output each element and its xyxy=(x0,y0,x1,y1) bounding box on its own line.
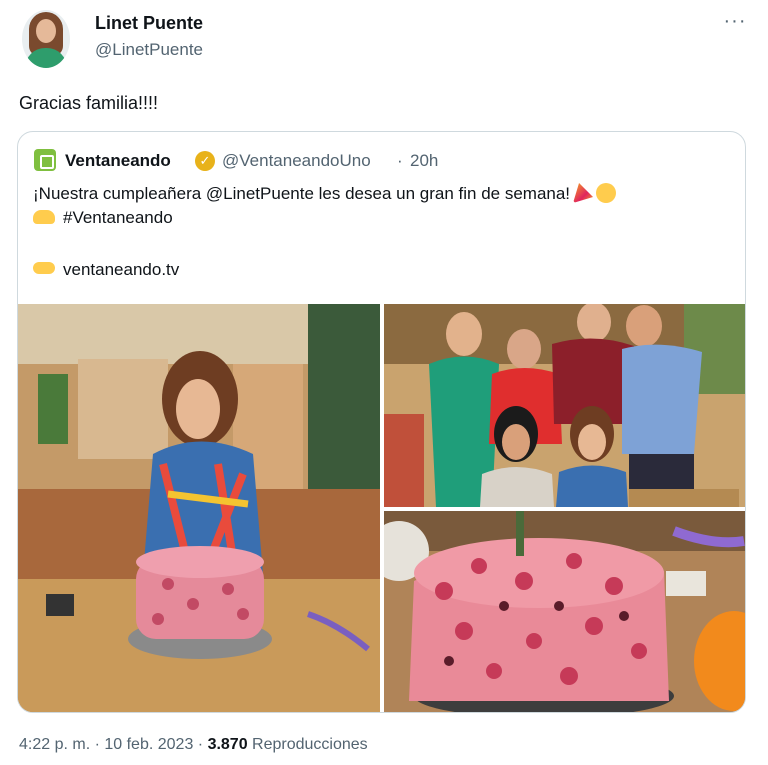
views-label: Reproducciones xyxy=(247,736,368,753)
quoted-text-line1: ¡Nuestra cumpleañera @LinetPuente les de… xyxy=(33,183,617,204)
quoted-text-line3: ventaneando.tv xyxy=(33,260,179,280)
tweet-footer: 4:22 p. m. · 10 feb. 2023 · 3.870 Reprod… xyxy=(19,736,368,754)
quoted-link: ventaneando.tv xyxy=(63,260,180,279)
verified-badge-icon: ✓ xyxy=(195,151,215,171)
more-options-icon[interactable]: ··· xyxy=(722,10,748,36)
author-name[interactable]: Linet Puente xyxy=(95,13,203,34)
quoted-text-line2: #Ventaneando xyxy=(33,208,173,228)
author-handle[interactable]: @LinetPuente xyxy=(95,40,203,60)
quoted-tweet[interactable]: Ventaneando ✓ @VentaneandoUno · 20h ¡Nue… xyxy=(17,131,746,713)
photo-birthday-cake[interactable] xyxy=(18,304,380,712)
photo-group[interactable] xyxy=(384,304,745,507)
quoted-time: 20h xyxy=(410,151,439,170)
quoted-author-name: Ventaneando xyxy=(65,151,171,170)
quoted-text: ¡Nuestra cumpleañera @LinetPuente les de… xyxy=(33,184,571,203)
quoted-account-logo xyxy=(34,149,56,171)
separator-dot: · xyxy=(397,151,403,170)
tweet-text: Gracias familia!!!! xyxy=(19,93,159,113)
quoted-author-handle: @VentaneandoUno xyxy=(222,151,371,170)
avatar[interactable] xyxy=(22,10,70,68)
party-face-icon xyxy=(596,183,617,203)
photo-cake-closeup[interactable] xyxy=(384,511,745,712)
heart-hands-icon xyxy=(33,210,55,224)
hashtag: #Ventaneando xyxy=(63,208,173,227)
views-count: 3.870 xyxy=(207,736,248,753)
tweet: Linet Puente @LinetPuente ··· Gracias fa… xyxy=(0,0,768,765)
pointing-hand-icon xyxy=(33,262,55,274)
timestamp[interactable]: 4:22 p. m. · 10 feb. 2023 · xyxy=(19,736,208,753)
party-popper-icon xyxy=(573,183,594,203)
